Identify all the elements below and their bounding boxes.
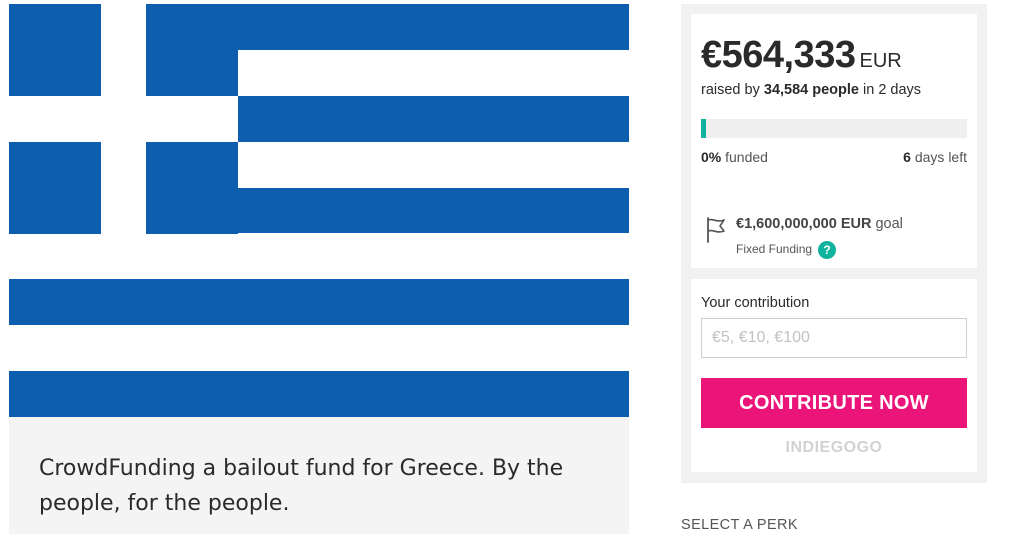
campaign-description: CrowdFunding a bailout fund for Greece. …	[39, 456, 564, 516]
select-perk-heading: SELECT A PERK	[681, 517, 798, 533]
flag-stripe	[9, 279, 629, 326]
funded-percent-value: 0%	[701, 149, 722, 165]
flag-stripe	[9, 371, 629, 417]
funding-summary-card: €564,333 EUR raised by 34,584 people in 2…	[691, 14, 977, 268]
funding-type-label: Fixed Funding	[736, 242, 813, 257]
campaign-duration: in 2 days	[863, 82, 922, 98]
raised-by-line: raised by 34,584 people in 2 days	[701, 82, 921, 98]
funding-progress-fill	[701, 119, 707, 138]
contribute-now-button[interactable]: CONTRIBUTE NOW	[701, 378, 967, 428]
contribution-input[interactable]	[701, 318, 967, 358]
funding-type: Fixed Funding?	[736, 241, 837, 259]
funded-percent: 0% funded	[701, 149, 768, 165]
raised-by-prefix: raised by	[701, 82, 760, 98]
contribution-label: Your contribution	[701, 295, 810, 311]
contribution-card: Your contribution CONTRIBUTE NOW INDIEGO…	[691, 279, 977, 472]
days-left-label: days left	[914, 149, 967, 165]
goal-flag-icon	[707, 217, 725, 243]
funding-goal: €1,600,000,000 EUR goal	[736, 216, 903, 232]
indiegogo-logo: INDIEGOGO	[785, 439, 883, 456]
funded-label: funded	[725, 149, 768, 165]
campaign-image-greek-flag	[9, 4, 629, 417]
days-left-value: 6	[903, 149, 911, 165]
flag-cross-horizontal	[9, 95, 238, 142]
help-icon[interactable]: ?	[818, 241, 837, 259]
funding-progress-bar	[701, 119, 967, 138]
amount-raised: €564,333 EUR	[701, 34, 902, 77]
days-left: 6 days left	[903, 149, 967, 165]
campaign-description-box: CrowdFunding a bailout fund for Greece. …	[9, 417, 629, 534]
backers-count: 34,584 people	[763, 82, 859, 98]
amount-currency: EUR	[859, 50, 902, 72]
goal-label: goal	[875, 216, 903, 232]
amount-value: €564,333	[701, 34, 856, 76]
goal-amount: €1,600,000,000 EUR	[736, 216, 872, 232]
